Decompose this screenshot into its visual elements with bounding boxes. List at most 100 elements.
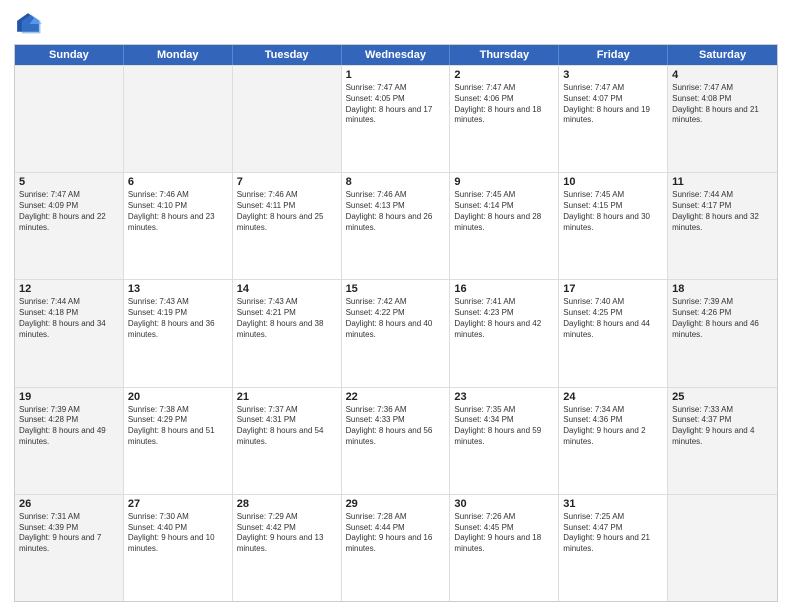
day-number: 13 bbox=[128, 283, 228, 295]
day-number: 18 bbox=[672, 283, 773, 295]
day-number: 9 bbox=[454, 176, 554, 188]
weekday-header: Wednesday bbox=[342, 45, 451, 65]
cell-sun-info: Sunrise: 7:46 AM Sunset: 4:10 PM Dayligh… bbox=[128, 190, 228, 233]
calendar-body: 1Sunrise: 7:47 AM Sunset: 4:05 PM Daylig… bbox=[15, 65, 777, 601]
calendar-cell: 2 Sunrise: 7:47 AM Sunset: 4:06 PM Daylig… bbox=[450, 66, 559, 172]
day-number: 19 bbox=[19, 391, 119, 403]
cell-sun-info: Sunrise: 7:43 AM Sunset: 4:21 PM Dayligh… bbox=[237, 297, 337, 340]
cell-sun-info: Sunrise: 7:44 AM Sunset: 4:18 PM Dayligh… bbox=[19, 297, 119, 340]
calendar-cell: 12 Sunrise: 7:44 AM Sunset: 4:18 PM Dayli… bbox=[15, 280, 124, 386]
cell-sun-info: Sunrise: 7:34 AM Sunset: 4:36 PM Dayligh… bbox=[563, 405, 663, 448]
day-number: 16 bbox=[454, 283, 554, 295]
day-number: 21 bbox=[237, 391, 337, 403]
cell-sun-info: Sunrise: 7:26 AM Sunset: 4:45 PM Dayligh… bbox=[454, 512, 554, 555]
cell-sun-info: Sunrise: 7:42 AM Sunset: 4:22 PM Dayligh… bbox=[346, 297, 446, 340]
day-number: 12 bbox=[19, 283, 119, 295]
header bbox=[14, 10, 778, 38]
page: SundayMondayTuesdayWednesdayThursdayFrid… bbox=[0, 0, 792, 612]
day-number: 29 bbox=[346, 498, 446, 510]
calendar-cell: 23 Sunrise: 7:35 AM Sunset: 4:34 PM Dayli… bbox=[450, 388, 559, 494]
cell-sun-info: Sunrise: 7:47 AM Sunset: 4:06 PM Dayligh… bbox=[454, 83, 554, 126]
calendar-cell bbox=[15, 66, 124, 172]
day-number: 11 bbox=[672, 176, 773, 188]
calendar-cell: 20 Sunrise: 7:38 AM Sunset: 4:29 PM Dayli… bbox=[124, 388, 233, 494]
calendar-cell: 25Sunrise: 7:33 AM Sunset: 4:37 PM Dayli… bbox=[668, 388, 777, 494]
day-number: 22 bbox=[346, 391, 446, 403]
weekday-header: Thursday bbox=[450, 45, 559, 65]
calendar-cell: 31Sunrise: 7:25 AM Sunset: 4:47 PM Dayli… bbox=[559, 495, 668, 601]
calendar-row: 19 Sunrise: 7:39 AM Sunset: 4:28 PM Dayli… bbox=[15, 387, 777, 494]
day-number: 24 bbox=[563, 391, 663, 403]
calendar-cell: 15 Sunrise: 7:42 AM Sunset: 4:22 PM Dayli… bbox=[342, 280, 451, 386]
logo bbox=[14, 10, 44, 38]
cell-sun-info: Sunrise: 7:47 AM Sunset: 4:08 PM Dayligh… bbox=[672, 83, 773, 126]
day-number: 15 bbox=[346, 283, 446, 295]
cell-sun-info: Sunrise: 7:46 AM Sunset: 4:13 PM Dayligh… bbox=[346, 190, 446, 233]
weekday-header: Sunday bbox=[15, 45, 124, 65]
calendar-cell: 10Sunrise: 7:45 AM Sunset: 4:15 PM Dayli… bbox=[559, 173, 668, 279]
cell-sun-info: Sunrise: 7:30 AM Sunset: 4:40 PM Dayligh… bbox=[128, 512, 228, 555]
cell-sun-info: Sunrise: 7:36 AM Sunset: 4:33 PM Dayligh… bbox=[346, 405, 446, 448]
calendar-cell: 3Sunrise: 7:47 AM Sunset: 4:07 PM Daylig… bbox=[559, 66, 668, 172]
cell-sun-info: Sunrise: 7:46 AM Sunset: 4:11 PM Dayligh… bbox=[237, 190, 337, 233]
calendar-cell: 28Sunrise: 7:29 AM Sunset: 4:42 PM Dayli… bbox=[233, 495, 342, 601]
calendar-cell: 24 Sunrise: 7:34 AM Sunset: 4:36 PM Dayli… bbox=[559, 388, 668, 494]
day-number: 5 bbox=[19, 176, 119, 188]
calendar-cell: 1Sunrise: 7:47 AM Sunset: 4:05 PM Daylig… bbox=[342, 66, 451, 172]
calendar-cell: 19 Sunrise: 7:39 AM Sunset: 4:28 PM Dayli… bbox=[15, 388, 124, 494]
calendar-cell: 22 Sunrise: 7:36 AM Sunset: 4:33 PM Dayli… bbox=[342, 388, 451, 494]
calendar-cell: 6 Sunrise: 7:46 AM Sunset: 4:10 PM Daylig… bbox=[124, 173, 233, 279]
day-number: 31 bbox=[563, 498, 663, 510]
calendar-cell: 18 Sunrise: 7:39 AM Sunset: 4:26 PM Dayli… bbox=[668, 280, 777, 386]
day-number: 26 bbox=[19, 498, 119, 510]
weekday-header: Friday bbox=[559, 45, 668, 65]
day-number: 6 bbox=[128, 176, 228, 188]
calendar-row: 26 Sunrise: 7:31 AM Sunset: 4:39 PM Dayli… bbox=[15, 494, 777, 601]
day-number: 23 bbox=[454, 391, 554, 403]
calendar-cell: 30 Sunrise: 7:26 AM Sunset: 4:45 PM Dayli… bbox=[450, 495, 559, 601]
cell-sun-info: Sunrise: 7:45 AM Sunset: 4:14 PM Dayligh… bbox=[454, 190, 554, 233]
calendar-cell bbox=[233, 66, 342, 172]
day-number: 14 bbox=[237, 283, 337, 295]
day-number: 2 bbox=[454, 69, 554, 81]
day-number: 17 bbox=[563, 283, 663, 295]
calendar: SundayMondayTuesdayWednesdayThursdayFrid… bbox=[14, 44, 778, 602]
calendar-cell bbox=[124, 66, 233, 172]
cell-sun-info: Sunrise: 7:28 AM Sunset: 4:44 PM Dayligh… bbox=[346, 512, 446, 555]
calendar-cell: 27Sunrise: 7:30 AM Sunset: 4:40 PM Dayli… bbox=[124, 495, 233, 601]
calendar-row: 12 Sunrise: 7:44 AM Sunset: 4:18 PM Dayli… bbox=[15, 279, 777, 386]
day-number: 8 bbox=[346, 176, 446, 188]
calendar-cell: 13 Sunrise: 7:43 AM Sunset: 4:19 PM Dayli… bbox=[124, 280, 233, 386]
cell-sun-info: Sunrise: 7:33 AM Sunset: 4:37 PM Dayligh… bbox=[672, 405, 773, 448]
cell-sun-info: Sunrise: 7:31 AM Sunset: 4:39 PM Dayligh… bbox=[19, 512, 119, 555]
calendar-header: SundayMondayTuesdayWednesdayThursdayFrid… bbox=[15, 45, 777, 65]
calendar-cell: 29 Sunrise: 7:28 AM Sunset: 4:44 PM Dayli… bbox=[342, 495, 451, 601]
day-number: 7 bbox=[237, 176, 337, 188]
cell-sun-info: Sunrise: 7:39 AM Sunset: 4:28 PM Dayligh… bbox=[19, 405, 119, 448]
cell-sun-info: Sunrise: 7:43 AM Sunset: 4:19 PM Dayligh… bbox=[128, 297, 228, 340]
cell-sun-info: Sunrise: 7:41 AM Sunset: 4:23 PM Dayligh… bbox=[454, 297, 554, 340]
day-number: 30 bbox=[454, 498, 554, 510]
calendar-cell: 26 Sunrise: 7:31 AM Sunset: 4:39 PM Dayli… bbox=[15, 495, 124, 601]
calendar-row: 1Sunrise: 7:47 AM Sunset: 4:05 PM Daylig… bbox=[15, 65, 777, 172]
weekday-header: Tuesday bbox=[233, 45, 342, 65]
day-number: 3 bbox=[563, 69, 663, 81]
cell-sun-info: Sunrise: 7:38 AM Sunset: 4:29 PM Dayligh… bbox=[128, 405, 228, 448]
cell-sun-info: Sunrise: 7:35 AM Sunset: 4:34 PM Dayligh… bbox=[454, 405, 554, 448]
calendar-cell: 5Sunrise: 7:47 AM Sunset: 4:09 PM Daylig… bbox=[15, 173, 124, 279]
calendar-cell: 8 Sunrise: 7:46 AM Sunset: 4:13 PM Daylig… bbox=[342, 173, 451, 279]
day-number: 20 bbox=[128, 391, 228, 403]
day-number: 10 bbox=[563, 176, 663, 188]
cell-sun-info: Sunrise: 7:40 AM Sunset: 4:25 PM Dayligh… bbox=[563, 297, 663, 340]
logo-icon bbox=[14, 10, 42, 38]
cell-sun-info: Sunrise: 7:39 AM Sunset: 4:26 PM Dayligh… bbox=[672, 297, 773, 340]
cell-sun-info: Sunrise: 7:37 AM Sunset: 4:31 PM Dayligh… bbox=[237, 405, 337, 448]
calendar-cell: 7 Sunrise: 7:46 AM Sunset: 4:11 PM Daylig… bbox=[233, 173, 342, 279]
calendar-cell: 4Sunrise: 7:47 AM Sunset: 4:08 PM Daylig… bbox=[668, 66, 777, 172]
weekday-header: Monday bbox=[124, 45, 233, 65]
calendar-cell: 9 Sunrise: 7:45 AM Sunset: 4:14 PM Daylig… bbox=[450, 173, 559, 279]
weekday-header: Saturday bbox=[668, 45, 777, 65]
calendar-cell bbox=[668, 495, 777, 601]
cell-sun-info: Sunrise: 7:44 AM Sunset: 4:17 PM Dayligh… bbox=[672, 190, 773, 233]
calendar-row: 5Sunrise: 7:47 AM Sunset: 4:09 PM Daylig… bbox=[15, 172, 777, 279]
